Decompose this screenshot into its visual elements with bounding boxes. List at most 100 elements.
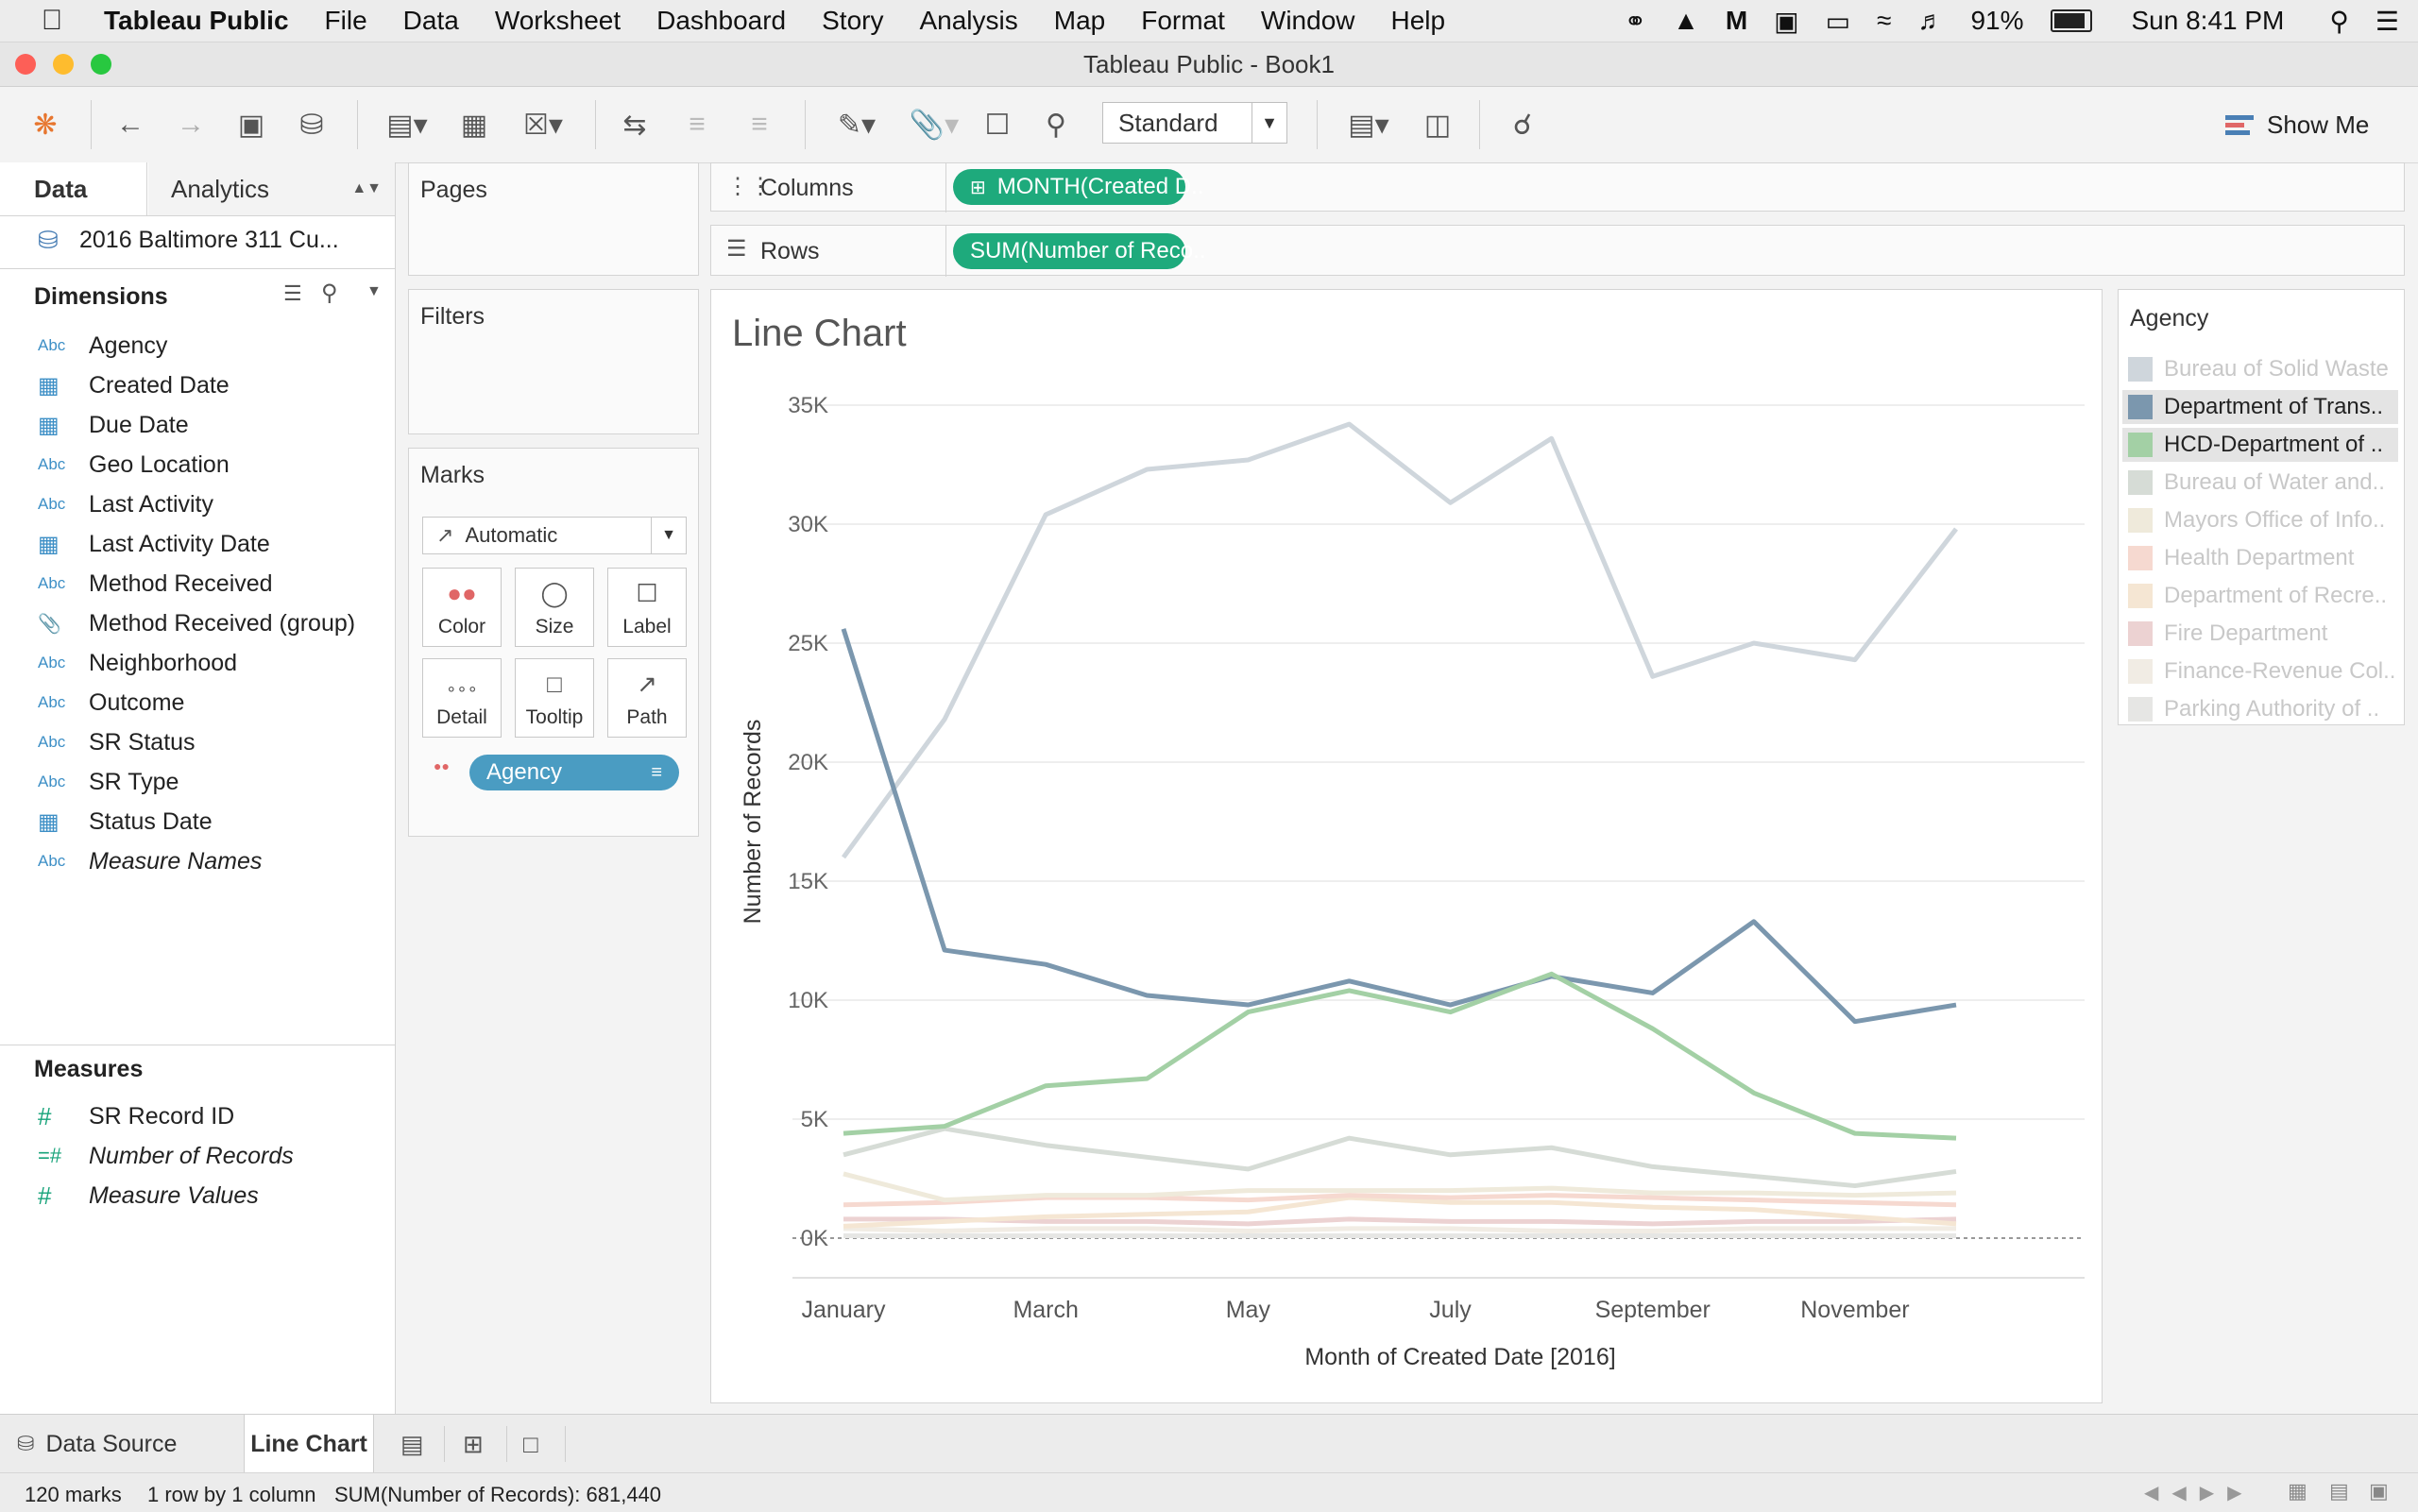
dimension-field[interactable]: ▦ Created Date (0, 366, 395, 404)
mark-type-select[interactable]: ↗ Automatic ▼ (422, 517, 687, 554)
menu-window[interactable]: Window (1261, 6, 1355, 36)
dimension-field[interactable]: Abc Neighborhood (0, 644, 395, 682)
legend-item[interactable]: Bureau of Solid Waste (2122, 352, 2398, 386)
creative-cloud-icon[interactable]: ⚭ (1625, 6, 1646, 37)
search-icon[interactable]: ⚲ (321, 280, 338, 307)
duplicate-sheet-icon[interactable]: ▦ (453, 104, 495, 145)
battery-percent[interactable]: 91% (1970, 6, 2023, 36)
notification-center-icon[interactable]: ☰ (2375, 6, 2399, 37)
clock[interactable]: Sun 8:41 PM (2132, 6, 2285, 36)
legend-item[interactable]: Health Department (2122, 541, 2398, 575)
show-tabs-icon[interactable]: ▣ (2369, 1479, 2389, 1504)
series-line[interactable] (843, 971, 1957, 1141)
series-line[interactable] (843, 1226, 1956, 1233)
menu-data[interactable]: Data (403, 6, 459, 36)
presentation-mode-icon[interactable]: ◫ (1417, 104, 1458, 145)
rows-shelf[interactable]: ☰ Rows SUM(Number of Reco.. (710, 225, 2405, 277)
dimension-field[interactable]: Abc Agency (0, 327, 395, 365)
save-icon[interactable]: ▣ (230, 104, 272, 145)
detail-button[interactable]: ∘∘∘ Detail (422, 658, 502, 738)
new-worksheet-tab-icon[interactable]: ▤ (400, 1415, 424, 1473)
new-story-tab-icon[interactable]: □ (523, 1415, 538, 1473)
menu-help[interactable]: Help (1391, 6, 1446, 36)
group-members-icon[interactable]: 📎▾ (901, 104, 967, 145)
volume-icon[interactable]: ♬ (1917, 6, 1944, 36)
size-button[interactable]: ◯ Size (515, 568, 594, 647)
filters-shelf[interactable]: Filters (408, 289, 699, 434)
view-list-icon[interactable]: ☰ (283, 281, 302, 306)
undo-icon[interactable]: ← (110, 104, 151, 145)
sort-descending-icon[interactable]: ≡ (739, 104, 780, 145)
measure-field[interactable]: # SR Record ID (0, 1097, 395, 1135)
measure-field[interactable]: =# Number of Records (0, 1137, 395, 1175)
dimension-field[interactable]: Abc Geo Location (0, 446, 395, 484)
new-datasource-icon[interactable]: ⛁ (291, 104, 332, 145)
legend-item[interactable]: Bureau of Water and.. (2122, 466, 2398, 500)
series-line[interactable] (843, 1126, 1957, 1189)
chart-view[interactable]: Line Chart 0K 5K 10K 15K 20K 25K 30K 35K January… (710, 289, 2103, 1403)
new-dashboard-tab-icon[interactable]: ⊞ (463, 1415, 484, 1473)
legend-item[interactable]: Finance-Revenue Col.. (2122, 654, 2398, 688)
show-mark-labels-icon[interactable]: ☐ (977, 104, 1018, 145)
legend-item[interactable]: Department of Trans.. (2122, 390, 2398, 424)
legend-item[interactable]: Parking Authority of .. (2122, 692, 2398, 726)
legend-item[interactable]: Fire Department (2122, 617, 2398, 651)
dimension-field[interactable]: Abc Method Received (0, 565, 395, 603)
columns-shelf[interactable]: ⋮⋮ Columns ⊞ MONTH(Created D.. (710, 162, 2405, 212)
dimension-field[interactable]: Abc Last Activity (0, 485, 395, 523)
show-sheet-sorter-icon[interactable]: ▤ (2329, 1479, 2349, 1504)
menu-story[interactable]: Story (822, 6, 883, 36)
new-worksheet-icon[interactable]: ▤▾ (374, 104, 440, 145)
sheet-navigation-icon[interactable]: ◀◀▶▶ (2144, 1481, 2256, 1504)
dimension-field[interactable]: Abc SR Type (0, 763, 395, 801)
highlight-icon[interactable]: ✎▾ (824, 104, 890, 145)
tab-analytics[interactable]: Analytics ▲▼ (148, 162, 395, 215)
menu-file[interactable]: File (325, 6, 367, 36)
sheet-tab-line-chart[interactable]: Line Chart (244, 1415, 374, 1473)
malwarebytes-icon[interactable]: M (1726, 6, 1747, 36)
dimension-field[interactable]: Abc Measure Names (0, 842, 395, 880)
show-filmstrip-icon[interactable]: ▦ (2288, 1479, 2307, 1504)
dimension-field[interactable]: Abc SR Status (0, 723, 395, 761)
tooltip-button[interactable]: □ Tooltip (515, 658, 594, 738)
dimension-field[interactable]: Abc Outcome (0, 684, 395, 722)
fix-axes-icon[interactable]: ⚲ (1035, 104, 1077, 145)
dimensions-menu-icon[interactable]: ▼ (366, 283, 382, 300)
wifi-icon[interactable]: ≈ (1877, 6, 1891, 36)
columns-month-pill[interactable]: ⊞ MONTH(Created D.. (953, 169, 1203, 205)
datasource-item[interactable]: ⛁ 2016 Baltimore 311 Cu... (0, 221, 395, 259)
clear-sheet-icon[interactable]: ☒▾ (510, 104, 576, 145)
line-chart[interactable]: 0K 5K 10K 15K 20K 25K 30K 35K January March May Jul… (711, 290, 2102, 1402)
redo-icon[interactable]: → (170, 104, 212, 145)
battery-icon[interactable] (2050, 9, 2092, 32)
path-button[interactable]: ↗ Path (607, 658, 687, 738)
legend-item[interactable]: Department of Recre.. (2122, 579, 2398, 613)
spotlight-search-icon[interactable]: ⚲ (2329, 6, 2349, 37)
show-me-button[interactable]: Show Me (2225, 106, 2369, 144)
series-line[interactable] (841, 628, 1957, 1025)
flame-icon[interactable]: ▲ (1673, 6, 1699, 36)
series-line[interactable] (841, 421, 1958, 859)
swap-rows-columns-icon[interactable]: ⇆ (614, 104, 656, 145)
tableau-logo-icon[interactable]: ❋ (25, 104, 66, 145)
show-cards-icon[interactable]: ▤▾ (1336, 104, 1402, 145)
rows-sum-pill[interactable]: SUM(Number of Reco.. (953, 233, 1205, 269)
legend-item[interactable]: HCD-Department of .. (2122, 428, 2398, 462)
color-button[interactable]: ●● Color (422, 568, 502, 647)
menu-map[interactable]: Map (1054, 6, 1105, 36)
dimension-field[interactable]: ▦ Last Activity Date (0, 525, 395, 563)
measure-field[interactable]: # Measure Values (0, 1177, 395, 1215)
menu-worksheet[interactable]: Worksheet (495, 6, 621, 36)
menu-dashboard[interactable]: Dashboard (656, 6, 786, 36)
menu-analysis[interactable]: Analysis (919, 6, 1017, 36)
apple-icon[interactable]:  (0, 5, 104, 37)
label-button[interactable]: ☐ Label (607, 568, 687, 647)
airplay-icon[interactable]: ▭ (1826, 6, 1850, 37)
dimension-field[interactable]: ▦ Status Date (0, 803, 395, 841)
tab-data[interactable]: Data (0, 162, 147, 215)
dimension-field[interactable]: ▦ Due Date (0, 406, 395, 444)
menu-app-name[interactable]: Tableau Public (104, 6, 289, 36)
fit-select[interactable]: Standard ▼ (1102, 102, 1287, 144)
agency-color-pill[interactable]: Agency ≡ (469, 755, 679, 790)
pages-shelf[interactable]: Pages (408, 162, 699, 276)
